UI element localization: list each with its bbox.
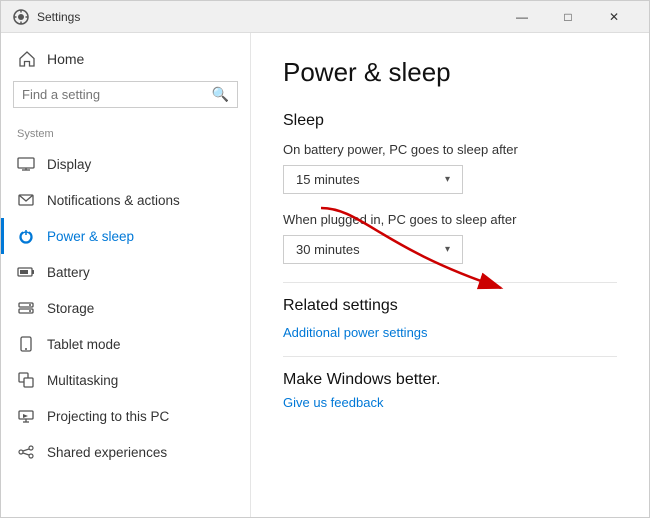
plugged-sleep-arrow: ▾ (445, 244, 450, 255)
window-content: Home 🔍 System Display (1, 33, 649, 517)
sidebar-section-label: System (1, 120, 250, 146)
shared-icon (17, 443, 35, 461)
battery-sleep-value: 15 minutes (296, 172, 360, 187)
power-icon (17, 227, 35, 245)
sidebar-item-storage[interactable]: Storage (1, 290, 250, 326)
sidebar-item-display-label: Display (47, 157, 91, 172)
projecting-icon (17, 407, 35, 425)
sleep-section-title: Sleep (283, 112, 617, 130)
main-content: Power & sleep Sleep On battery power, PC… (251, 33, 649, 517)
sidebar-item-storage-label: Storage (47, 301, 94, 316)
battery-sleep-dropdown[interactable]: 15 minutes ▾ (283, 165, 463, 194)
sidebar: Home 🔍 System Display (1, 33, 251, 517)
sidebar-item-notifications-label: Notifications & actions (47, 193, 180, 208)
feedback-link[interactable]: Give us feedback (283, 395, 617, 410)
titlebar-title: Settings (37, 10, 499, 24)
divider-1 (283, 282, 617, 283)
close-button[interactable]: ✕ (591, 1, 637, 33)
storage-icon (17, 299, 35, 317)
titlebar-icon (13, 9, 29, 25)
display-icon (17, 155, 35, 173)
sidebar-item-tablet-label: Tablet mode (47, 337, 121, 352)
search-box[interactable]: 🔍 (13, 81, 238, 108)
related-settings-title: Related settings (283, 297, 617, 315)
sidebar-item-multitasking-label: Multitasking (47, 373, 118, 388)
settings-window: Settings — □ ✕ Home 🔍 System (0, 0, 650, 518)
plugged-sleep-dropdown[interactable]: 30 minutes ▾ (283, 235, 463, 264)
minimize-button[interactable]: — (499, 1, 545, 33)
divider-2 (283, 356, 617, 357)
battery-icon (17, 263, 35, 281)
sidebar-item-projecting-label: Projecting to this PC (47, 409, 169, 424)
tablet-icon (17, 335, 35, 353)
sidebar-item-shared-label: Shared experiences (47, 445, 167, 460)
search-input[interactable] (22, 87, 212, 102)
sidebar-home[interactable]: Home (1, 33, 250, 77)
battery-sleep-arrow: ▾ (445, 174, 450, 185)
maximize-button[interactable]: □ (545, 1, 591, 33)
titlebar: Settings — □ ✕ (1, 1, 649, 33)
make-windows-title: Make Windows better. (283, 371, 617, 389)
sidebar-item-notifications[interactable]: Notifications & actions (1, 182, 250, 218)
sidebar-item-power-label: Power & sleep (47, 229, 134, 244)
sidebar-item-battery[interactable]: Battery (1, 254, 250, 290)
plugged-sleep-label: When plugged in, PC goes to sleep after (283, 212, 617, 227)
sidebar-item-display[interactable]: Display (1, 146, 250, 182)
sidebar-item-projecting[interactable]: Projecting to this PC (1, 398, 250, 434)
additional-power-link[interactable]: Additional power settings (283, 325, 617, 340)
titlebar-controls: — □ ✕ (499, 1, 637, 33)
home-icon (17, 49, 37, 69)
sidebar-item-power[interactable]: Power & sleep (1, 218, 250, 254)
notifications-icon (17, 191, 35, 209)
multitasking-icon (17, 371, 35, 389)
sidebar-item-multitasking[interactable]: Multitasking (1, 362, 250, 398)
plugged-sleep-value: 30 minutes (296, 242, 360, 257)
sidebar-item-shared[interactable]: Shared experiences (1, 434, 250, 470)
search-icon: 🔍 (212, 86, 229, 103)
sidebar-item-battery-label: Battery (47, 265, 90, 280)
battery-sleep-label: On battery power, PC goes to sleep after (283, 142, 617, 157)
page-title: Power & sleep (283, 57, 617, 88)
sidebar-item-tablet[interactable]: Tablet mode (1, 326, 250, 362)
home-label: Home (47, 51, 84, 67)
